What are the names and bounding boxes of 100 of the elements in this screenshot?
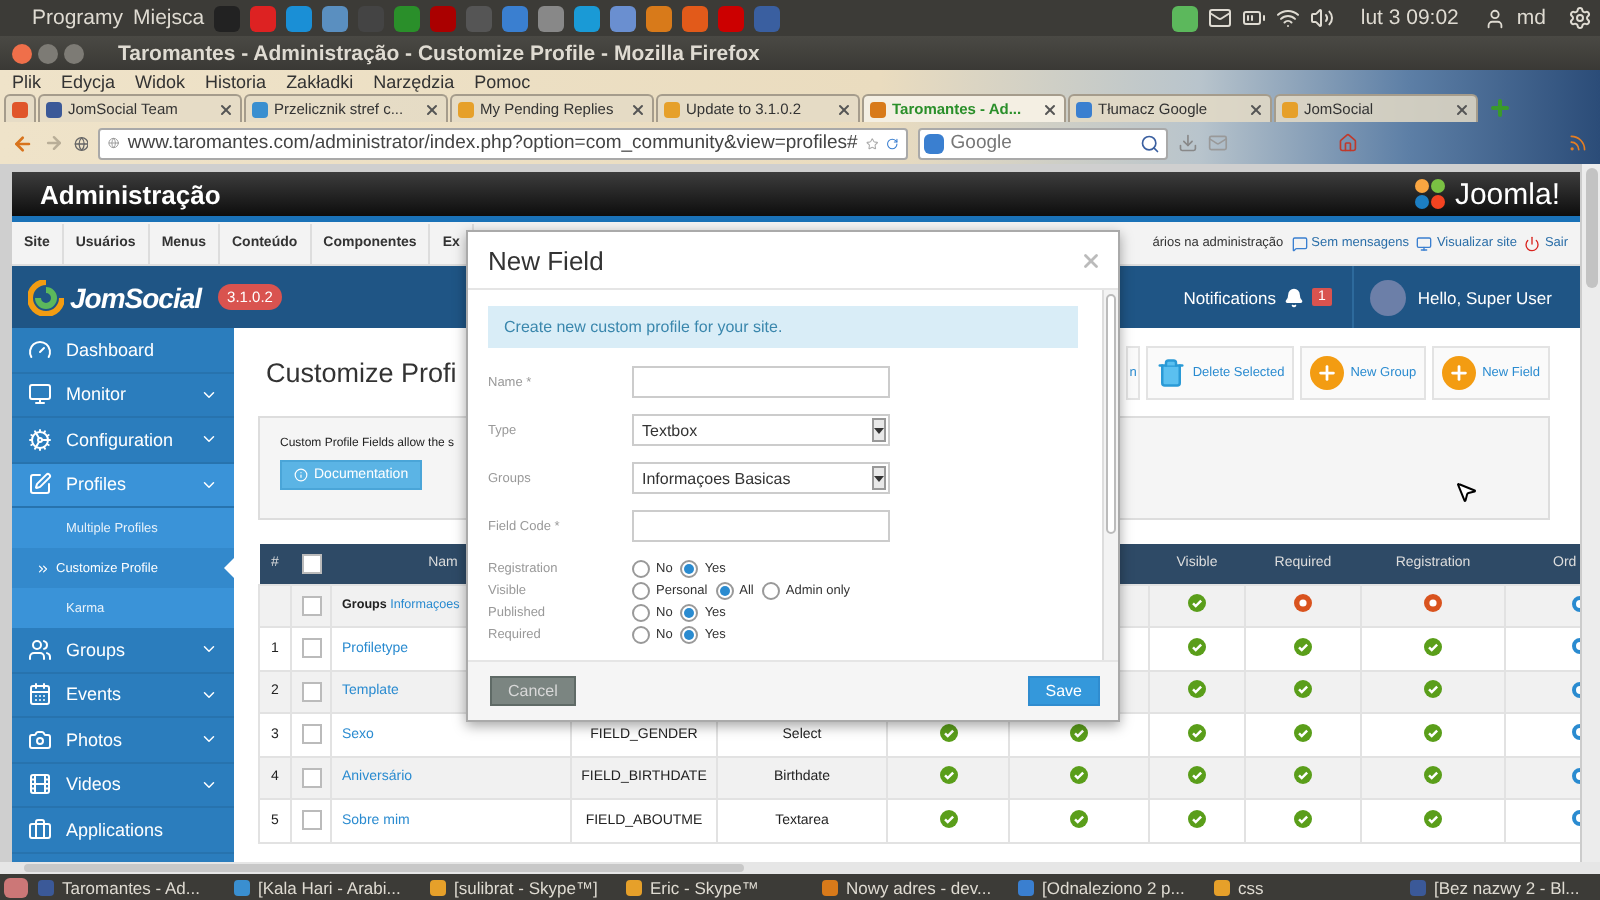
power-icon [1524, 235, 1541, 251]
close-icon[interactable] [1454, 101, 1470, 117]
app-launcher-icon[interactable] [646, 5, 673, 31]
app-launcher-icon[interactable] [250, 5, 277, 31]
rss-icon[interactable] [1568, 130, 1589, 156]
text-field[interactable] [632, 510, 890, 542]
scrollbar[interactable] [1102, 290, 1118, 660]
menu-item[interactable]: Narzędzia [373, 71, 455, 91]
menu-item[interactable]: Zakładki [286, 71, 354, 91]
home-icon[interactable] [1338, 130, 1359, 156]
taskbar-item[interactable]: [sulibrat - Skype™] [430, 877, 616, 897]
checkbox[interactable] [301, 724, 321, 745]
radio-button[interactable] [715, 582, 734, 600]
star-icon[interactable] [865, 133, 879, 153]
select-field[interactable]: Textbox [632, 414, 890, 446]
close-icon[interactable] [1042, 101, 1058, 117]
pinned-tab[interactable] [4, 94, 36, 122]
app-launcher-icon[interactable] [574, 5, 601, 31]
taskbar-item[interactable]: [Bez nazwy 2 - Bl... [1410, 877, 1596, 897]
app-launcher-icon[interactable] [754, 5, 781, 31]
menu-item[interactable]: Historia [205, 71, 267, 91]
app-launcher-icon[interactable] [718, 5, 745, 31]
reload-icon[interactable] [886, 133, 899, 153]
text-field[interactable] [632, 366, 890, 398]
app-launcher-icon[interactable] [322, 5, 349, 31]
gauge-icon [28, 337, 52, 362]
radio-button[interactable] [680, 604, 699, 622]
user-name[interactable]: md [1516, 6, 1546, 30]
globe-icon[interactable] [73, 133, 89, 153]
status-icon[interactable] [1172, 5, 1199, 31]
app-launcher-icon[interactable] [430, 5, 457, 31]
app-launcher-icon[interactable] [682, 5, 709, 31]
app-launcher-icon[interactable] [286, 5, 313, 31]
radio-button[interactable] [680, 560, 699, 578]
taskbar-item[interactable]: [Kala Hari - Arabi... [234, 877, 420, 897]
checkbox[interactable] [301, 638, 321, 659]
clock[interactable]: lut 3 09:02 [1360, 6, 1459, 30]
close-button[interactable] [12, 43, 32, 63]
app-icon [1214, 879, 1230, 895]
radio-button[interactable] [680, 626, 699, 644]
app-launcher-icon[interactable] [538, 5, 565, 31]
app-launcher-icon[interactable] [466, 5, 493, 31]
taskbar-item[interactable]: Taromantes - Ad... [38, 877, 224, 897]
sidebar-item[interactable]: Videos [12, 763, 234, 808]
panel-menu[interactable]: Miejsca [133, 6, 205, 30]
settings-icon[interactable] [1568, 6, 1592, 30]
scrollbar[interactable] [0, 862, 1600, 874]
sidebar-item[interactable]: Monitor [12, 373, 234, 418]
checkbox[interactable] [301, 681, 321, 702]
film-icon [28, 772, 52, 797]
radio-button[interactable] [632, 560, 650, 578]
close-icon[interactable] [836, 101, 852, 117]
notifications-link[interactable]: Notifications [1183, 287, 1276, 307]
minimize-button[interactable] [38, 43, 58, 63]
app-launcher-icon[interactable] [394, 5, 421, 31]
user-icon[interactable] [1484, 7, 1507, 29]
radio-button[interactable] [632, 626, 650, 644]
menu-item[interactable]: Plik [12, 71, 42, 91]
close-icon[interactable] [1248, 101, 1264, 117]
panel-menu[interactable]: Programy [32, 6, 124, 30]
select-all-checkbox[interactable] [301, 553, 321, 574]
double-chevron-icon [36, 561, 50, 575]
user-greeting[interactable]: Hello, Super User [1417, 287, 1552, 307]
maximize-button[interactable] [64, 43, 84, 63]
checkbox[interactable] [301, 767, 321, 788]
app-launcher-icon[interactable] [610, 5, 637, 31]
menu-item[interactable]: Edycja [61, 71, 116, 91]
menu-item[interactable]: Widok [135, 71, 186, 91]
download-icon[interactable] [1178, 130, 1199, 156]
radio-button[interactable] [632, 582, 650, 600]
avatar[interactable] [1369, 279, 1406, 315]
close-icon[interactable] [218, 101, 234, 117]
scrollbar[interactable] [1580, 164, 1600, 862]
close-icon[interactable] [424, 101, 440, 117]
taskbar-item[interactable]: Nowy adres - dev... [822, 877, 1008, 897]
show-desktop-icon[interactable] [4, 877, 28, 897]
search-icon[interactable] [1140, 133, 1161, 153]
radio-button[interactable] [632, 604, 650, 622]
pen-square-icon [28, 472, 52, 497]
new-tab-icon[interactable] [1488, 96, 1512, 120]
volume-icon[interactable] [1310, 6, 1335, 30]
taskbar-item[interactable]: css [1214, 877, 1400, 897]
battery-icon[interactable] [1242, 6, 1267, 30]
menu-item[interactable]: Pomoc [474, 71, 531, 91]
app-launcher-icon[interactable] [502, 5, 529, 31]
bell-icon[interactable] [1284, 287, 1304, 307]
trash-icon [1156, 357, 1187, 387]
globe-icon [108, 134, 120, 152]
checkbox[interactable] [301, 595, 321, 616]
checkbox[interactable] [301, 810, 321, 831]
forward-icon[interactable] [43, 130, 64, 156]
mail-icon[interactable] [1208, 6, 1233, 30]
close-icon[interactable] [630, 101, 646, 117]
taskbar-item[interactable]: Eric - Skype™ [626, 877, 812, 897]
radio-button[interactable] [761, 582, 780, 600]
select-field[interactable]: Informaçoes Basicas [632, 462, 890, 494]
url-field[interactable]: www.taromantes.com/administrator/index.php?option=com_community&view=profiles# [98, 127, 909, 159]
taskbar-item[interactable]: [Odnaleziono 2 p... [1018, 877, 1204, 897]
search-field[interactable]: Google [918, 127, 1169, 159]
sidebar-item[interactable]: Events [12, 673, 234, 718]
